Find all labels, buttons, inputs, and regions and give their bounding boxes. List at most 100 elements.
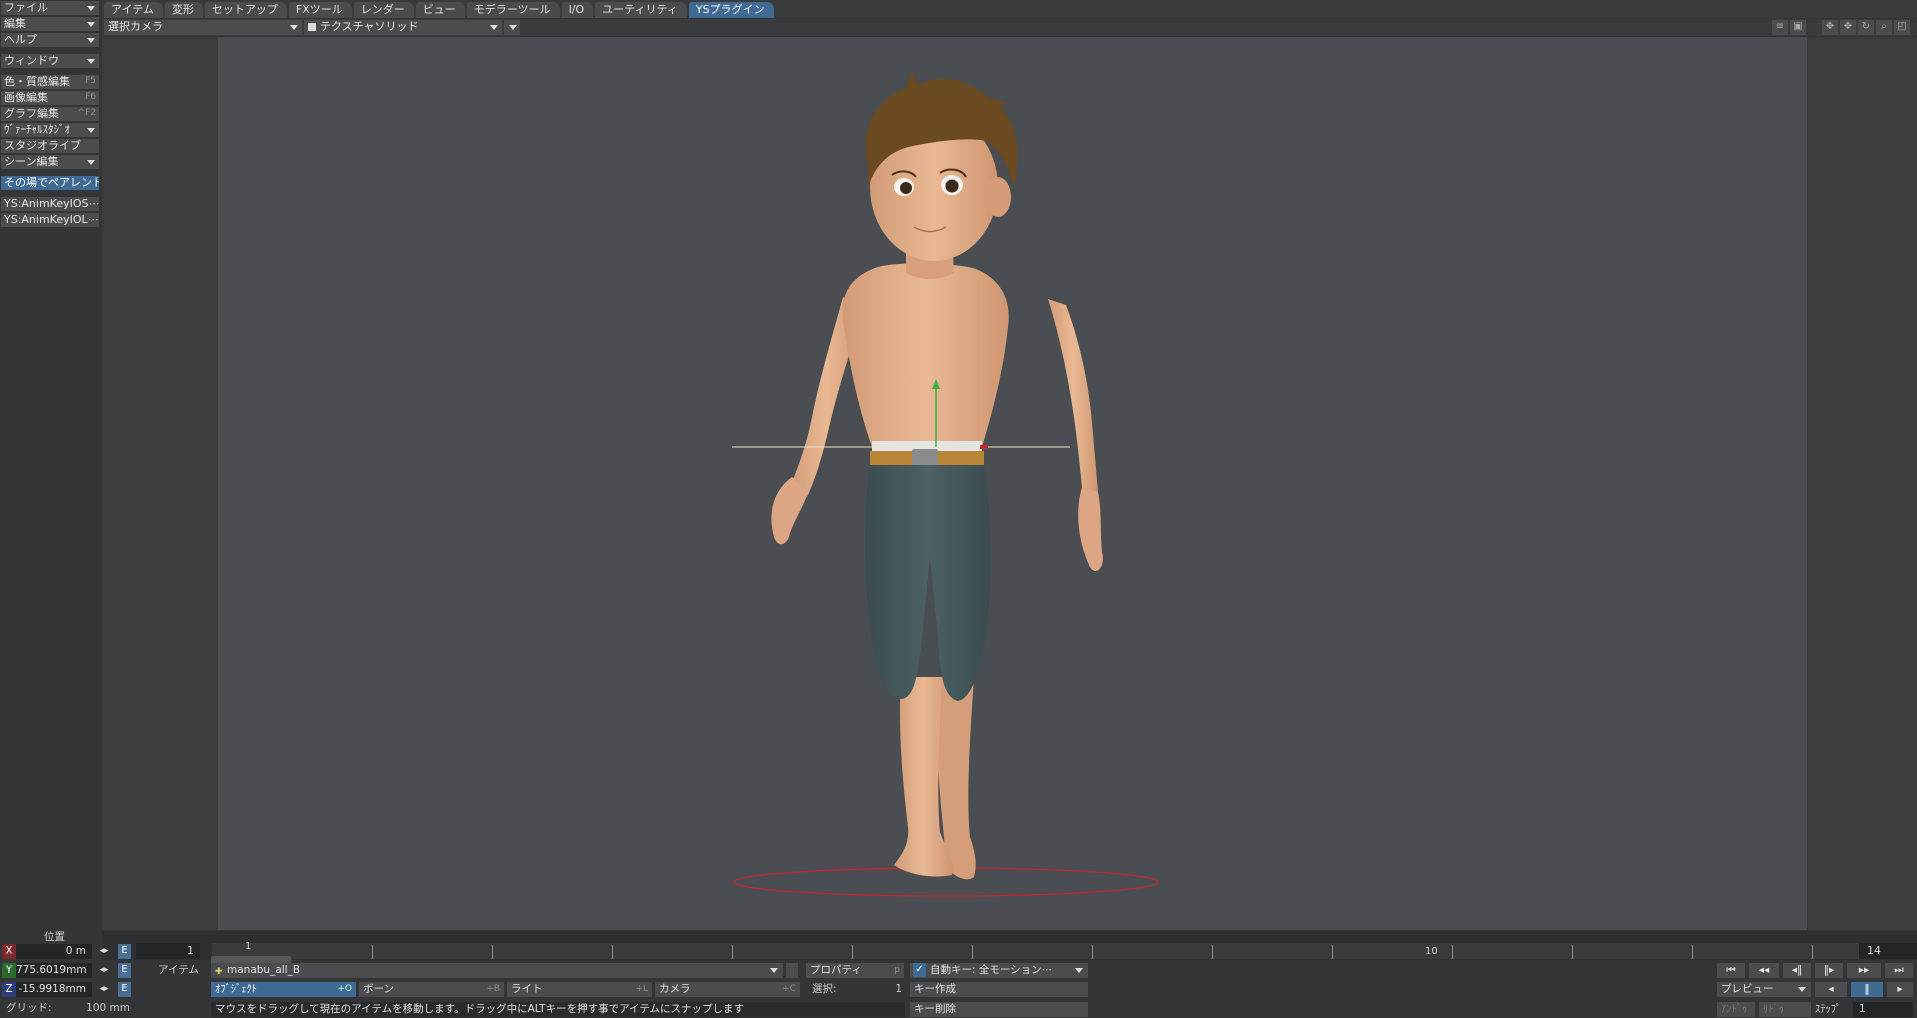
play-reverse-icon[interactable]: ◂ — [1815, 982, 1847, 997]
mode-object-button[interactable]: ｵﾌﾞｼﾞｪｸﾄ +O — [211, 982, 356, 997]
grid-size-value: 100 mm — [86, 1002, 130, 1014]
go-to-end-icon[interactable]: ⏭ — [1885, 963, 1913, 978]
tab-modeler-tools[interactable]: モデラーツール — [466, 2, 560, 18]
mode-bone-button[interactable]: ボーン +B — [359, 982, 504, 997]
tab-setup[interactable]: セットアップ — [204, 2, 287, 18]
properties-label: プロパティ — [810, 964, 862, 976]
tab-items[interactable]: アイテム — [104, 2, 163, 18]
plugin-animkey-ios-button[interactable]: YS:AnimKeyIOS⋯ — [1, 197, 99, 211]
camera-select-dropdown[interactable]: 選択カメラ — [104, 20, 302, 35]
surface-editor-shortcut: F5 — [85, 76, 96, 86]
chevron-down-icon — [87, 6, 95, 11]
camera-view-area[interactable] — [218, 37, 1807, 930]
mode-camera-button[interactable]: カメラ +C — [655, 982, 800, 997]
prev-key-icon[interactable]: ◂◂ — [1749, 963, 1779, 978]
viewport-layout-icons: ≡ ▣ — [1772, 20, 1806, 35]
render-mode-dropdown[interactable]: テクスチャソリッド — [304, 20, 502, 35]
surface-editor-label: 色・質感編集 — [4, 75, 70, 88]
mode-camera-shortcut: +C — [782, 984, 796, 994]
list-icon[interactable]: ≡ — [1772, 20, 1788, 35]
help-menu[interactable]: ヘルプ — [1, 33, 99, 47]
item-panel-icon[interactable] — [786, 963, 798, 978]
tab-render[interactable]: レンダー — [353, 2, 414, 18]
rotate-view-icon[interactable]: ↻ — [1858, 20, 1874, 35]
lightwave-layout-window: ファイル 編集 ヘルプ ウィンドウ 色・質感編集 F5 画像編集 F6 グラフ編集 ^… — [0, 0, 1917, 1018]
tab-io[interactable]: I/O — [561, 2, 594, 18]
mode-light-button[interactable]: ライト +L — [507, 982, 652, 997]
move-view-alt-icon[interactable]: ✥ — [1840, 20, 1856, 35]
delete-key-button[interactable]: キー削除 — [910, 1002, 1088, 1017]
image-editor-button[interactable]: 画像編集 F6 — [1, 91, 99, 105]
chevron-down-icon — [87, 160, 95, 165]
x-drag-icon[interactable]: ◂▸ — [98, 944, 110, 959]
tab-fx-tools[interactable]: FXツール — [288, 2, 352, 18]
z-envelope-button[interactable]: E — [118, 982, 131, 997]
x-axis-label: X — [2, 944, 16, 959]
preview-dropdown[interactable]: プレビュー — [1717, 982, 1811, 997]
preview-label: プレビュー — [1721, 983, 1774, 995]
plugin-animkey-iol-button[interactable]: YS:AnimKeyIOL⋯ — [1, 213, 99, 227]
next-key-icon[interactable]: ▸▸ — [1847, 963, 1881, 978]
window-menu[interactable]: ウィンドウ — [1, 54, 99, 68]
y-position-field[interactable]: 775.6019mm — [16, 963, 92, 978]
pupil-left — [945, 179, 959, 193]
graph-editor-button[interactable]: グラフ編集 ^F2 — [1, 107, 99, 121]
virtual-studio-label: ｳﾞｧｰﾁｬﾙｽﾀｼﾞｵ — [4, 123, 70, 136]
maximize-icon[interactable]: ▣ — [1790, 20, 1806, 35]
scene-editor-menu[interactable]: シーン編集 — [1, 155, 99, 169]
undo-button[interactable]: ｱﾝﾄﾞｩ — [1717, 1002, 1755, 1017]
pause-icon[interactable]: ‖ — [1851, 982, 1883, 997]
properties-button[interactable]: プロパティ p — [806, 963, 904, 978]
z-position-field[interactable]: -15.9918mm — [16, 982, 92, 997]
item-label: アイテム — [158, 964, 199, 976]
file-menu[interactable]: ファイル — [1, 1, 99, 15]
x-envelope-button[interactable]: E — [118, 944, 131, 959]
prev-frame-icon[interactable]: ◂‖ — [1783, 963, 1811, 978]
tab-modify[interactable]: 変形 — [164, 2, 203, 18]
y-envelope-button[interactable]: E — [118, 963, 131, 978]
mode-object-label: ｵﾌﾞｼﾞｪｸﾄ — [215, 983, 257, 995]
shorts — [865, 465, 991, 701]
mode-light-shortcut: +L — [635, 984, 648, 994]
3d-viewport[interactable] — [102, 37, 1917, 930]
tab-view[interactable]: ビュー — [415, 2, 465, 18]
virtual-studio-menu[interactable]: ｳﾞｧｰﾁｬﾙｽﾀｼﾞｵ — [1, 123, 99, 137]
edit-menu[interactable]: 編集 — [1, 17, 99, 31]
zoom-view-icon[interactable]: ⌕ — [1876, 20, 1892, 35]
play-forward-icon[interactable]: ▸ — [1887, 982, 1913, 997]
status-bar: マウスをドラッグして現在のアイテムを移動します。ドラッグ中にALTキーを押す事で… — [211, 1002, 905, 1017]
redo-button[interactable]: ﾘﾄﾞｩ — [1759, 1002, 1811, 1017]
pupil-right — [900, 182, 912, 194]
tab-utilities[interactable]: ユーティリティ — [595, 2, 687, 18]
step-field[interactable]: 1 — [1853, 1002, 1913, 1017]
y-drag-icon[interactable]: ◂▸ — [98, 963, 110, 978]
character-model[interactable] — [218, 37, 1807, 930]
go-to-start-icon[interactable]: ⏮ — [1717, 963, 1745, 978]
graph-editor-shortcut: ^F2 — [77, 108, 96, 118]
chevron-down-icon — [87, 38, 95, 43]
window-menu-label: ウィンドウ — [4, 54, 59, 67]
chevron-down-icon — [1798, 987, 1806, 992]
auto-key-dropdown[interactable]: ✓ 自動キー: 全モーション⋯ — [910, 963, 1088, 978]
fit-view-icon[interactable]: ◰ — [1894, 20, 1910, 35]
z-drag-icon[interactable]: ◂▸ — [98, 982, 110, 997]
next-frame-icon[interactable]: ‖▸ — [1815, 963, 1843, 978]
chevron-down-icon — [87, 22, 95, 27]
parent-in-place-button[interactable]: その場でペアレント — [1, 176, 99, 190]
create-key-button[interactable]: キー作成 — [910, 982, 1088, 997]
texture-solid-icon — [308, 23, 316, 31]
z-axis-handle[interactable] — [980, 445, 988, 449]
surface-editor-button[interactable]: 色・質感編集 F5 — [1, 75, 99, 89]
chevron-down-icon — [1075, 968, 1083, 973]
properties-shortcut: p — [894, 965, 900, 975]
studio-live-button[interactable]: スタジオライブ — [1, 139, 99, 153]
mode-camera-label: カメラ — [659, 983, 691, 995]
tab-ys-plugins[interactable]: YSプラグイン — [688, 2, 774, 18]
grid-label: グリッド: — [6, 1002, 52, 1014]
move-view-icon[interactable]: ✥ — [1822, 20, 1838, 35]
checkmark-icon: ✓ — [913, 963, 926, 977]
current-item-dropdown[interactable]: ✚ manabu_all_B — [211, 963, 783, 978]
viewport-options-dropdown[interactable] — [504, 20, 520, 35]
chevron-down-icon — [770, 968, 778, 973]
x-position-field[interactable]: 0 m — [16, 944, 92, 959]
